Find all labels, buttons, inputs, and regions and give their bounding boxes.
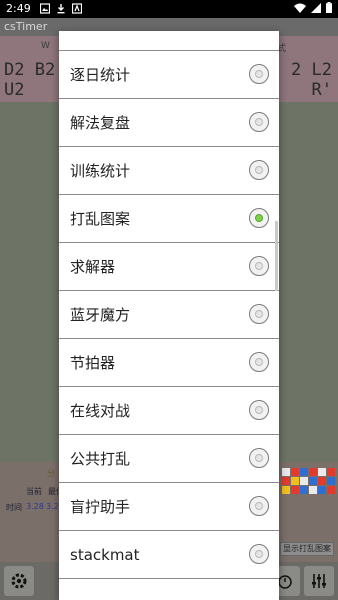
menu-item-training-stats[interactable]: 训练统计 [59, 147, 279, 195]
menu-item-label: stackmat [70, 546, 140, 564]
menu-item-label: 在线对战 [70, 402, 131, 420]
battery-icon [326, 2, 332, 13]
radio-button[interactable] [249, 544, 269, 564]
menu-item-scramble-image[interactable]: 打乱图案 [59, 195, 279, 243]
sliders-icon [312, 574, 326, 588]
radio-button[interactable] [249, 496, 269, 516]
radio-button[interactable] [249, 112, 269, 132]
scramble-type-label: W [41, 41, 50, 51]
radio-button[interactable] [249, 352, 269, 372]
radio-button[interactable] [249, 256, 269, 276]
download-notification-icon [57, 4, 65, 14]
scramble-text-left: D2 B2 U2 [4, 60, 56, 100]
settings-button[interactable] [4, 566, 34, 596]
status-time: 2:49 [6, 2, 31, 15]
show-scramble-image-button[interactable]: 显示打乱图案 [280, 542, 334, 556]
app-notification-icon [72, 3, 82, 14]
stats-label-time: 时间 [6, 503, 22, 512]
gear-icon [11, 573, 27, 589]
menu-item-label: 逐日统计 [70, 66, 131, 84]
menu-item-solution-review[interactable]: 解法复盘 [59, 99, 279, 147]
radio-button-checked[interactable] [249, 208, 269, 228]
radio-button[interactable] [249, 448, 269, 468]
radio-button[interactable] [249, 64, 269, 84]
menu-item-partial[interactable] [59, 31, 279, 51]
radio-button[interactable] [249, 400, 269, 420]
scramble-text-right: 2 L2 R' [291, 60, 332, 100]
menu-item-online-battle[interactable]: 在线对战 [59, 387, 279, 435]
menu-item-label: 盲拧助手 [70, 498, 131, 516]
wifi-icon [294, 3, 306, 13]
stopwatch-icon [278, 575, 292, 589]
menu-item-label: 蓝牙魔方 [70, 306, 131, 324]
image-notification-icon [40, 3, 50, 14]
radio-button[interactable] [249, 160, 269, 180]
stats-label-current: 当前 [26, 487, 42, 496]
tools-button[interactable] [304, 566, 334, 596]
menu-item-bluetooth-cube[interactable]: 蓝牙魔方 [59, 291, 279, 339]
app-title: csTimer [4, 20, 48, 33]
menu-item-blind-assistant[interactable]: 盲拧助手 [59, 483, 279, 531]
scramble-image-preview [282, 468, 335, 494]
menu-scrollbar[interactable] [275, 221, 278, 291]
menu-item-stackmat[interactable]: stackmat [59, 531, 279, 579]
menu-item-label: 解法复盘 [70, 114, 131, 132]
stats-label-top: 分 [47, 469, 55, 478]
menu-item-daily-stats[interactable]: 逐日统计 [59, 51, 279, 99]
menu-item-label: 公共打乱 [70, 450, 131, 468]
tools-menu-popup: 逐日统计 解法复盘 训练统计 打乱图案 求解器 蓝牙魔方 节拍器 在线对战 公共… [59, 31, 279, 600]
menu-item-label: 节拍器 [70, 354, 116, 372]
menu-item-metronome[interactable]: 节拍器 [59, 339, 279, 387]
menu-item-solver[interactable]: 求解器 [59, 243, 279, 291]
signal-icon [311, 2, 321, 13]
stats-value-current: 3.28 [26, 502, 44, 511]
menu-item-label: 打乱图案 [70, 210, 131, 228]
menu-item-label: 训练统计 [70, 162, 131, 180]
menu-item-label: 求解器 [70, 258, 116, 276]
radio-button[interactable] [249, 304, 269, 324]
status-bar: 2:49 [0, 0, 338, 18]
menu-item-public-scramble[interactable]: 公共打乱 [59, 435, 279, 483]
